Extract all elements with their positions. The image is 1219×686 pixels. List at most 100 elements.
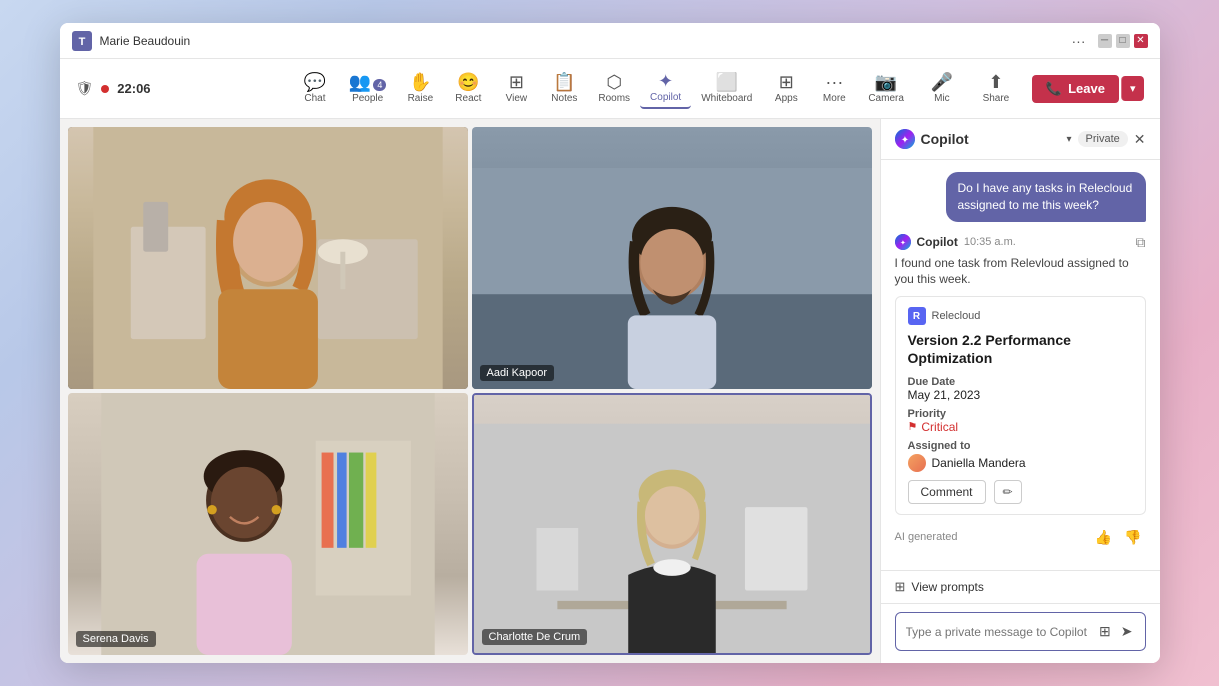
teams-logo-icon: T: [72, 31, 92, 51]
copilot-logo-icon: ✦: [895, 129, 915, 149]
edit-button[interactable]: ✏: [994, 480, 1022, 504]
close-button[interactable]: ✕: [1134, 34, 1148, 48]
task-priority-label: Priority: [908, 408, 1133, 420]
participant-name-3: Serena Davis: [76, 631, 156, 647]
camera-icon: 📷: [875, 73, 897, 91]
task-card-source: Relecloud: [932, 310, 981, 322]
whiteboard-tool[interactable]: ⬜ Whiteboard: [691, 69, 762, 108]
copilot-response-logo: ✦: [895, 234, 911, 250]
video-bg-1: [68, 127, 468, 389]
more-options-button[interactable]: ···: [1072, 33, 1086, 49]
maximize-button[interactable]: □: [1116, 34, 1130, 48]
toolbar-left: 🛡 22:06: [76, 80, 291, 97]
share-icon: ⬆: [988, 73, 1003, 91]
copy-icon[interactable]: ⧉: [1136, 234, 1146, 251]
task-priority-field: Priority ⚑ Critical: [908, 408, 1133, 434]
leave-button[interactable]: 📞 Leave: [1032, 75, 1119, 103]
window-title: Marie Beaudouin: [100, 34, 1072, 48]
share-tool[interactable]: ⬆ Share: [970, 69, 1022, 108]
more-tool[interactable]: ··· More: [810, 69, 858, 108]
copilot-response-time: 10:35 a.m.: [964, 236, 1016, 248]
camera-tool[interactable]: 📷 Camera: [858, 69, 914, 108]
main-content: Aadi Kapoor: [60, 119, 1160, 663]
participant-name-4: Charlotte De Crum: [482, 629, 588, 645]
thumbs-up-button[interactable]: 👍: [1091, 527, 1116, 548]
title-bar: T Marie Beaudouin ··· ─ □ ✕: [60, 23, 1160, 59]
copilot-title: Copilot: [921, 131, 1061, 147]
task-card-header: R Relecloud: [908, 307, 1133, 325]
copilot-response-text: I found one task from Relevloud assigned…: [895, 255, 1146, 289]
apps-icon: ⊞: [779, 73, 794, 91]
teams-window: T Marie Beaudouin ··· ─ □ ✕ 🛡 22:06 💬 Ch…: [60, 23, 1160, 663]
minimize-button[interactable]: ─: [1098, 34, 1112, 48]
view-prompts-row[interactable]: ⊞ View prompts: [881, 570, 1160, 603]
video-cell-3: Serena Davis: [68, 393, 468, 655]
toolbar-center: 💬 Chat 👥4 People ✋ Raise 😊 React ⊞ View …: [291, 68, 858, 109]
copilot-icon: ✦: [658, 72, 673, 90]
people-tool[interactable]: 👥4 People: [339, 69, 396, 108]
copilot-input-box: ⊞ ➤: [895, 612, 1146, 651]
chat-tool[interactable]: 💬 Chat: [291, 69, 339, 108]
svg-text:✦: ✦: [900, 135, 908, 146]
react-icon: 😊: [457, 73, 479, 91]
raise-tool[interactable]: ✋ Raise: [396, 69, 444, 108]
copilot-chevron-icon[interactable]: ▾: [1066, 134, 1071, 145]
svg-text:✦: ✦: [899, 238, 905, 247]
leave-dropdown-button[interactable]: ▾: [1121, 76, 1144, 101]
input-tools: ⊞ ➤: [1097, 621, 1134, 642]
task-assigned-field: Assigned to Daniella Mandera: [908, 440, 1133, 472]
ai-generated-label: AI generated: [895, 531, 1087, 543]
shield-icon: 🛡: [76, 80, 94, 97]
mic-icon: 🎤: [931, 73, 953, 91]
flag-icon: ⚑: [908, 420, 918, 433]
task-due-date-label: Due Date: [908, 376, 1133, 388]
private-badge: Private: [1078, 131, 1128, 147]
chat-icon: 💬: [304, 73, 326, 91]
copilot-chat: Do I have any tasks in Relecloud assigne…: [881, 160, 1160, 570]
notes-icon: 📋: [553, 73, 575, 91]
copilot-panel: ✦ Copilot ▾ Private ✕ Do I have any task…: [880, 119, 1160, 663]
phone-icon: 📞: [1046, 81, 1062, 97]
assignee-name: Daniella Mandera: [932, 456, 1026, 470]
toolbar: 🛡 22:06 💬 Chat 👥4 People ✋ Raise 😊 React: [60, 59, 1160, 119]
call-timer: 22:06: [117, 81, 150, 96]
video-cell-2: Aadi Kapoor: [472, 127, 872, 389]
copilot-close-button[interactable]: ✕: [1134, 131, 1146, 148]
raise-icon: ✋: [409, 73, 431, 91]
prompts-icon: ⊞: [895, 579, 906, 595]
video-bg-3: [68, 393, 468, 655]
ai-generated-row: AI generated 👍 👎: [895, 527, 1146, 548]
comment-button[interactable]: Comment: [908, 480, 986, 504]
video-cell-1: [68, 127, 468, 389]
task-actions: Comment ✏: [908, 480, 1133, 504]
whiteboard-icon: ⬜: [716, 73, 738, 91]
video-bg-4: [474, 395, 870, 653]
toolbar-right: 📷 Camera 🎤 Mic ⬆ Share 📞 Leave ▾: [858, 69, 1143, 108]
apps-tool[interactable]: ⊞ Apps: [762, 69, 810, 108]
view-tool[interactable]: ⊞ View: [492, 69, 540, 108]
thumbs-down-button[interactable]: 👎: [1120, 527, 1145, 548]
task-due-date-value: May 21, 2023: [908, 388, 1133, 402]
rooms-icon: ⬡: [606, 73, 622, 91]
react-tool[interactable]: 😊 React: [444, 69, 492, 108]
notes-tool[interactable]: 📋 Notes: [540, 69, 588, 108]
assignee-row: Daniella Mandera: [908, 454, 1133, 472]
people-icon: 👥4: [349, 73, 386, 91]
video-grid: Aadi Kapoor: [60, 119, 880, 663]
copilot-input[interactable]: [906, 625, 1092, 639]
task-priority-value: ⚑ Critical: [908, 420, 1133, 434]
input-grid-button[interactable]: ⊞: [1097, 621, 1113, 642]
input-send-button[interactable]: ➤: [1119, 621, 1135, 642]
user-message: Do I have any tasks in Relecloud assigne…: [946, 172, 1146, 222]
rooms-tool[interactable]: ⬡ Rooms: [588, 69, 640, 108]
copilot-header: ✦ Copilot ▾ Private ✕: [881, 119, 1160, 160]
copilot-response-name: Copilot: [917, 235, 958, 249]
copilot-tool[interactable]: ✦ Copilot: [640, 68, 691, 109]
task-card-title: Version 2.2 Performance Optimization: [908, 331, 1133, 367]
view-prompts-label: View prompts: [911, 580, 983, 594]
more-icon: ···: [825, 73, 843, 91]
svg-text:T: T: [78, 36, 85, 48]
window-controls: ─ □ ✕: [1098, 34, 1148, 48]
mic-tool[interactable]: 🎤 Mic: [916, 69, 968, 108]
copilot-response: ✦ Copilot 10:35 a.m. ⧉ I found one task …: [895, 234, 1146, 548]
